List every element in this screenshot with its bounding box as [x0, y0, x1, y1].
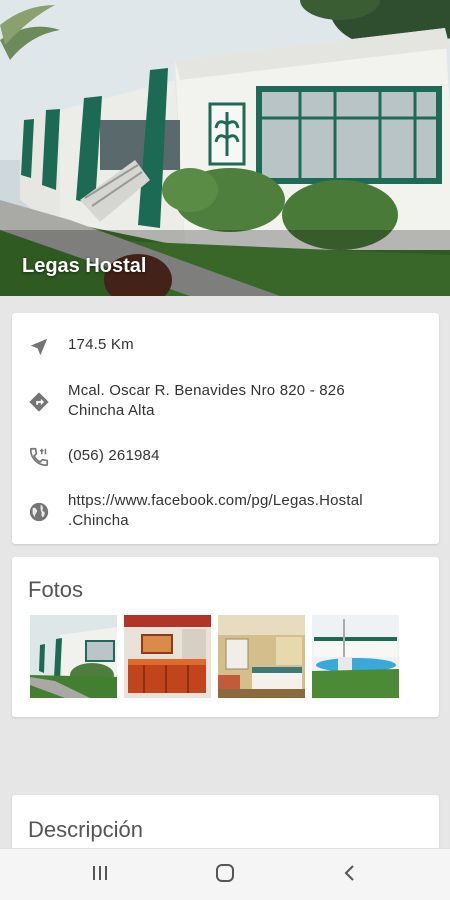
photo-thumb-room[interactable]: [218, 615, 305, 698]
address-line-2: Chincha Alta: [68, 402, 155, 419]
hostal-title: Legas Hostal: [22, 255, 147, 277]
recent-apps-icon: [90, 864, 110, 887]
back-icon: [342, 863, 358, 888]
hero-image: Legas Hostal: [0, 0, 450, 296]
back-button[interactable]: [330, 859, 370, 891]
address-text: Mcal. Oscar R. Benavides Nro 820 - 826 C…: [68, 381, 418, 421]
address-line-1: Mcal. Oscar R. Benavides Nro 820 - 826: [68, 382, 345, 399]
home-icon: [214, 862, 236, 889]
home-button[interactable]: [205, 859, 245, 891]
phone-icon: [28, 446, 50, 468]
photos-card: Fotos: [12, 557, 439, 717]
distance-text: 174.5 Km: [68, 336, 134, 353]
navigation-arrow-icon: [28, 336, 50, 358]
photos-heading: Fotos: [28, 577, 84, 602]
photo-thumb-exterior[interactable]: [30, 615, 117, 698]
directions-icon: [28, 391, 50, 413]
system-nav-bar: [0, 848, 450, 900]
description-heading: Descripción: [28, 817, 143, 842]
info-card: 174.5 Km Mcal. Oscar R. Benavides Nro 82…: [12, 313, 439, 544]
phone-text: (056) 261984: [68, 447, 160, 464]
website-line-1: https://www.facebook.com/pg/Legas.Hostal: [68, 492, 363, 509]
photo-thumb-pool[interactable]: [312, 615, 399, 698]
website-line-2: .Chincha: [68, 512, 129, 529]
website-text: https://www.facebook.com/pg/Legas.Hostal…: [68, 491, 418, 531]
hostal-photo: [0, 0, 450, 296]
recent-apps-button[interactable]: [80, 859, 120, 891]
photo-thumb-reception[interactable]: [124, 615, 211, 698]
globe-icon: [28, 501, 50, 523]
